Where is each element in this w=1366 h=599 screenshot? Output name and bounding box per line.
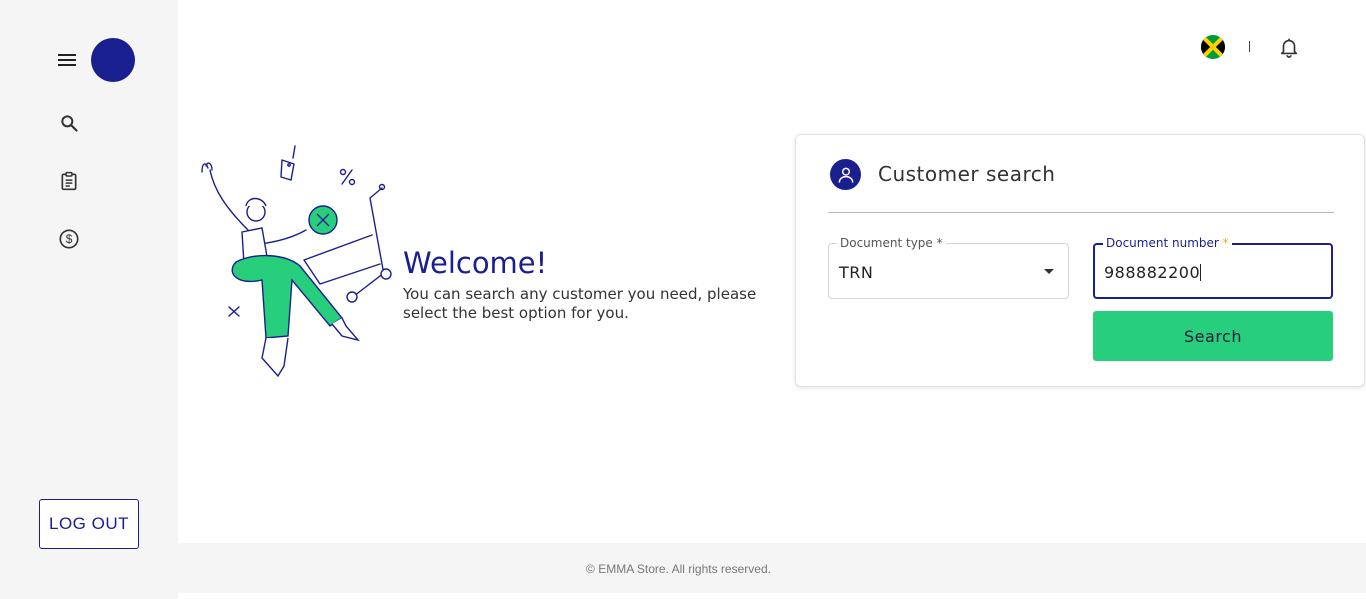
welcome-illustration xyxy=(196,140,396,382)
footer-text: © EMMA Store. All rights reserved. xyxy=(586,561,771,576)
search-icon[interactable] xyxy=(57,111,81,135)
logout-button[interactable]: LOG OUT xyxy=(39,499,139,549)
jamaica-flag-icon[interactable] xyxy=(1201,35,1225,59)
bell-icon[interactable] xyxy=(1278,36,1300,58)
document-type-select[interactable]: Document type * TRN xyxy=(828,235,1069,299)
sidebar: $ LOG OUT xyxy=(0,0,178,599)
header-separator xyxy=(1249,41,1250,52)
document-number-value: 988882200 xyxy=(1104,263,1202,282)
clipboard-icon[interactable] xyxy=(57,169,81,193)
customer-search-card: Customer search Document type * TRN Docu… xyxy=(795,134,1365,387)
hamburger-menu-icon[interactable] xyxy=(54,48,80,72)
user-icon xyxy=(830,159,861,190)
chevron-down-icon xyxy=(1044,269,1054,274)
card-title: Customer search xyxy=(878,162,1056,186)
document-number-input[interactable]: Document number * 988882200 xyxy=(1093,235,1333,299)
footer: © EMMA Store. All rights reserved. xyxy=(178,543,1366,593)
welcome-title: Welcome! xyxy=(403,246,548,280)
document-type-value: TRN xyxy=(839,263,874,282)
avatar[interactable] xyxy=(91,38,135,82)
search-button[interactable]: Search xyxy=(1093,311,1333,361)
document-type-label: Document type * xyxy=(837,235,946,251)
card-divider xyxy=(828,212,1334,213)
dollar-icon[interactable]: $ xyxy=(57,227,81,251)
svg-text:$: $ xyxy=(66,232,73,246)
welcome-text: You can search any customer you need, pl… xyxy=(403,285,757,322)
document-number-label: Document number * xyxy=(1103,235,1232,251)
